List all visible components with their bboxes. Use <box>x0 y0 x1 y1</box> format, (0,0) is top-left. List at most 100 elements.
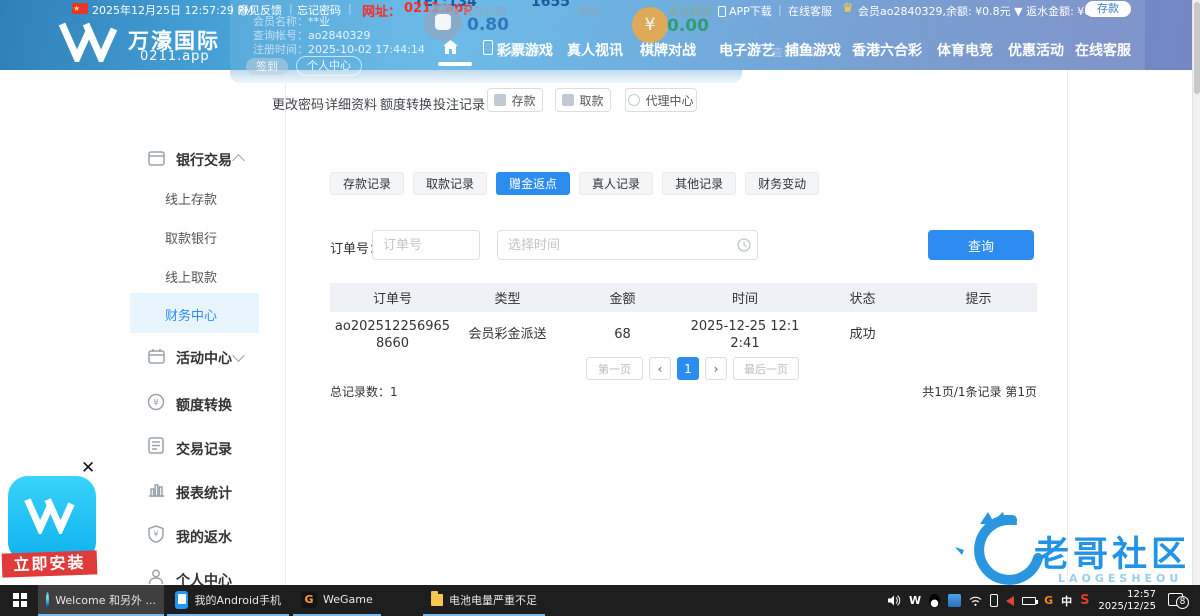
top-deposit-button[interactable]: 存款 <box>1085 1 1131 17</box>
nav-live[interactable]: 真人视讯 <box>567 40 623 60</box>
battery-icon[interactable] <box>1022 597 1036 605</box>
clock-icon <box>737 238 751 252</box>
date-range-input[interactable] <box>497 230 758 260</box>
sogou-icon[interactable]: S <box>1080 593 1089 608</box>
watermark-title: 老哥社区 <box>1034 535 1190 575</box>
ime-indicator[interactable]: 中 <box>1061 593 1072 609</box>
site-header: TEL:134 1655 ★ 2025年12月25日 12:57:29 PM |… <box>0 0 1200 70</box>
mobile-nav-icon[interactable] <box>483 40 493 55</box>
sidebar-item-my-rebate[interactable]: 我的返水 <box>176 527 232 547</box>
last-page-button[interactable]: 最后一页 <box>733 357 799 380</box>
nav-fishing[interactable]: 捕鱼游戏 <box>785 40 841 60</box>
personal-center-button[interactable]: 个人中心 <box>296 56 362 76</box>
col-amount: 金额 <box>560 283 685 312</box>
checkin-button[interactable]: 签到 <box>246 58 288 75</box>
nav-customer-service[interactable]: 在线客服 <box>1075 40 1131 60</box>
home-icon[interactable] <box>443 40 458 54</box>
sidebar-group-bank[interactable]: 银行交易 <box>176 150 232 170</box>
person-icon <box>148 569 164 585</box>
first-page-button[interactable]: 第一页 <box>586 357 643 380</box>
search-button[interactable]: 查询 <box>928 230 1034 260</box>
withdraw-button[interactable]: 取款 <box>555 88 611 112</box>
cell-time: 2025-12-25 12:12:41 <box>685 312 805 357</box>
task-android-phone[interactable]: 我的Android手机 <box>167 585 289 616</box>
cell-amount: 68 <box>560 312 685 357</box>
taskbar-clock[interactable]: 12:57 2025/12/25 <box>1098 589 1156 613</box>
tab-bonus-rebate[interactable]: 赠金返点 <box>496 172 570 195</box>
next-page-button[interactable]: › <box>705 357 727 380</box>
sidebar-item-online-withdraw[interactable]: 线上取款 <box>165 267 217 286</box>
order-number-input[interactable] <box>372 230 480 260</box>
android-phone-icon <box>175 591 188 609</box>
nav-active-underline <box>438 62 472 66</box>
edge-browser-icon <box>46 592 49 608</box>
scrollbar-thumb[interactable] <box>1194 2 1200 94</box>
china-flag-icon: ★ <box>72 3 88 14</box>
table-header-row: 订单号 类型 金额 时间 状态 提示 <box>330 283 1037 312</box>
tray-w-icon[interactable]: W <box>909 594 921 607</box>
nav-esports[interactable]: 体育电竞 <box>937 40 993 60</box>
tab-withdraw-records[interactable]: 取款记录 <box>413 172 487 195</box>
divider: | <box>778 3 782 16</box>
current-page-button[interactable]: 1 <box>677 357 699 380</box>
media-play-icon[interactable] <box>1006 596 1014 606</box>
notification-center-icon[interactable]: 8 <box>1168 593 1183 606</box>
sidebar-item-credit-transfer[interactable]: 额度转换 <box>176 395 232 415</box>
start-button[interactable] <box>13 593 27 607</box>
wallet-balance-value: 0.80 <box>467 15 509 35</box>
clipped-tel-text-2: 1655 <box>531 0 570 10</box>
withdraw-icon <box>562 94 574 106</box>
sidebar-item-online-deposit[interactable]: 线上存款 <box>165 189 217 208</box>
page-body: 更改密码 详细资料 额度转换 投注记录 存款 取款 代理中心 银行交易 线上存款… <box>0 70 1200 585</box>
wifi-icon[interactable] <box>969 596 982 606</box>
agent-center-button[interactable]: 代理中心 <box>625 88 697 112</box>
change-password-link[interactable]: 更改密码 <box>272 94 324 113</box>
tab-live-records[interactable]: 真人记录 <box>579 172 653 195</box>
tab-deposit-records[interactable]: 存款记录 <box>330 172 404 195</box>
online-service-link[interactable]: 在线客服 <box>788 3 832 19</box>
app-install-badge[interactable] <box>8 476 96 562</box>
money-bag-icon: ¥ <box>632 7 668 43</box>
site-url-label: 网址： <box>362 1 401 20</box>
svg-text:¥: ¥ <box>153 530 158 539</box>
nav-promotions[interactable]: 优惠活动 <box>1008 40 1064 60</box>
tab-finance-changes[interactable]: 财务变动 <box>745 172 819 195</box>
deposit-button[interactable]: 存款 <box>487 88 543 112</box>
nav-hk-lottery[interactable]: 香港六合彩 <box>852 40 922 60</box>
qq-penguin-icon[interactable] <box>929 594 940 607</box>
credit-transfer-link[interactable]: 额度转换 <box>380 94 432 113</box>
rebate-value: 0.00 <box>667 16 709 36</box>
member-summary-text: 会员ao2840329,余额: ¥0.8元 ▼ 返水金额: ¥0.00 <box>858 3 1109 19</box>
sidebar-item-transaction-records[interactable]: 交易记录 <box>176 439 232 459</box>
sidebar-item-withdraw-bank[interactable]: 取款银行 <box>165 228 217 247</box>
task-wegame[interactable]: G WeGame <box>293 585 381 616</box>
task-edge-welcome[interactable]: Welcome 和另外 ... <box>38 585 164 616</box>
app-download-link[interactable]: APP下载 <box>718 3 772 19</box>
tray-g-icon[interactable]: G <box>1044 594 1053 607</box>
sidebar-group-activity[interactable]: 活动中心 <box>176 348 232 368</box>
profile-link[interactable]: 详细资料 <box>325 94 377 113</box>
nav-board-games[interactable]: 棋牌对战 <box>640 40 696 60</box>
windows-logo-icon <box>13 593 27 607</box>
sidebar-item-reports[interactable]: 报表统计 <box>176 483 232 503</box>
tab-other-records[interactable]: 其他记录 <box>662 172 736 195</box>
close-icon[interactable]: ✕ <box>81 458 95 478</box>
refresh-link[interactable]: 刷新 <box>578 3 600 19</box>
tray-app-icon[interactable] <box>948 594 961 607</box>
browser-scrollbar[interactable] <box>1192 0 1200 585</box>
record-tabs: 存款记录 取款记录 赠金返点 真人记录 其他记录 财务变动 <box>330 172 819 195</box>
transfer-icon: ¥ <box>147 393 165 411</box>
usb-icon[interactable] <box>990 594 998 607</box>
task-battery-folder[interactable]: 电池电量严重不足 <box>423 585 545 616</box>
folder-icon <box>431 594 443 606</box>
nav-egames[interactable]: 电子游艺 <box>719 40 775 60</box>
speaker-icon[interactable] <box>888 595 901 606</box>
bet-records-link[interactable]: 投注记录 <box>433 94 485 113</box>
sidebar-item-finance-center[interactable]: 财务中心 <box>165 305 217 324</box>
install-now-button[interactable]: 立即安装 <box>2 550 98 577</box>
prev-page-button[interactable]: ‹ <box>649 357 671 380</box>
bank-card-icon <box>148 151 165 166</box>
cell-status: 成功 <box>805 312 920 357</box>
nav-lottery[interactable]: 彩票游戏 <box>497 40 553 60</box>
wegame-icon: G <box>301 592 317 608</box>
